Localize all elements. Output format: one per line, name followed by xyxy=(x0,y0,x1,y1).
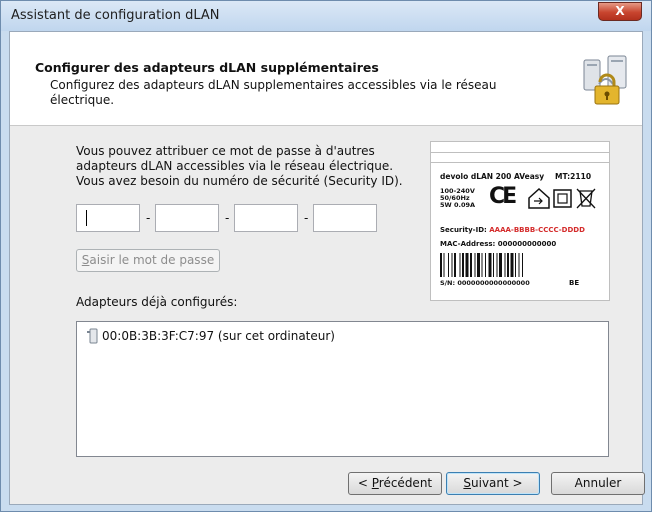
configured-adapters-label: Adapteurs déjà configurés: xyxy=(76,295,238,309)
configured-adapters-list[interactable]: 00:0B:3B:3F:C7:97 (sur cet ordinateur) xyxy=(76,321,609,457)
network-lock-icon xyxy=(583,55,627,105)
separator: - xyxy=(304,211,309,225)
barcode-bar xyxy=(470,253,472,277)
label-voltage: 100-240V 50/60Hz 5W 0.09A xyxy=(440,187,476,209)
barcode-bar xyxy=(522,253,523,277)
ce-mark: CE xyxy=(489,184,517,209)
barcode-bar xyxy=(443,253,445,277)
barcode-bar xyxy=(515,253,516,277)
barcode-bar xyxy=(496,253,498,277)
label-mt: MT:2110 xyxy=(555,172,592,181)
barcode-bar xyxy=(440,253,442,277)
barcode-bar xyxy=(477,253,480,277)
label-product: devolo dLAN 200 AVeasy xyxy=(440,172,545,181)
password-field-3[interactable] xyxy=(234,204,298,232)
barcode-bar xyxy=(462,253,464,277)
device-label-image: devolo dLAN 200 AVeasy MT:2110 100-240V … xyxy=(430,141,610,301)
cancel-button[interactable]: Annuler xyxy=(551,472,645,495)
barcode-bar xyxy=(504,253,506,277)
text-caret xyxy=(86,210,87,226)
title-bar: Assistant de configuration dLAN X xyxy=(1,1,651,31)
label-country: BE xyxy=(569,279,580,287)
next-button[interactable]: Suivant > xyxy=(446,472,540,495)
list-item[interactable]: 00:0B:3B:3F:C7:97 (sur cet ordinateur) xyxy=(87,328,335,344)
barcode-bar xyxy=(510,253,514,277)
separator: - xyxy=(225,211,230,225)
password-instructions: Vous pouvez attribuer ce mot de passe à … xyxy=(76,144,403,188)
wizard-window: Assistant de configuration dLAN X Config… xyxy=(0,0,652,512)
barcode-bar xyxy=(488,253,492,277)
barcode-bar xyxy=(485,253,486,277)
separator: - xyxy=(146,211,151,225)
wizard-body: Configurer des adapteurs dLAN supplément… xyxy=(9,31,645,505)
dlan-adapter-icon xyxy=(87,328,98,344)
label-mac-address: MAC-Address: 000000000000 xyxy=(440,240,557,248)
label-serial: S/N: 0000000000000000 xyxy=(440,279,530,287)
barcode-bar xyxy=(474,253,476,277)
barcode xyxy=(440,253,523,277)
previous-button[interactable]: < Précédent xyxy=(348,472,442,495)
barcode-bar xyxy=(448,253,449,277)
barcode-bar xyxy=(454,253,456,277)
barcode-bar xyxy=(493,253,494,277)
enter-password-button[interactable]: Saisir le mot de passe xyxy=(76,249,220,272)
barcode-bar xyxy=(465,253,469,277)
wizard-header: Configurer des adapteurs dLAN supplément… xyxy=(10,32,642,126)
certification-symbols-icon xyxy=(528,187,596,209)
close-button[interactable]: X xyxy=(598,2,642,21)
barcode-bar xyxy=(518,253,520,277)
password-field-4[interactable] xyxy=(313,204,377,232)
label-divider xyxy=(431,152,609,153)
barcode-bar xyxy=(507,253,509,277)
barcode-bar xyxy=(481,253,483,277)
label-security-id: Security-ID: AAAA-BBBB-CCCC-DDDD xyxy=(440,226,585,234)
barcode-bar xyxy=(451,253,453,277)
barcode-bar xyxy=(499,253,502,277)
page-subtitle: Configurez des adapteurs dLAN supplement… xyxy=(50,78,497,107)
adapter-entry-text: 00:0B:3B:3F:C7:97 (sur cet ordinateur) xyxy=(102,329,335,343)
window-title: Assistant de configuration dLAN xyxy=(11,8,220,23)
password-field-2[interactable] xyxy=(155,204,219,232)
label-divider xyxy=(431,162,609,163)
password-field-1[interactable] xyxy=(76,204,140,232)
barcode-bar xyxy=(459,253,461,277)
page-title: Configurer des adapteurs dLAN supplément… xyxy=(35,60,379,75)
